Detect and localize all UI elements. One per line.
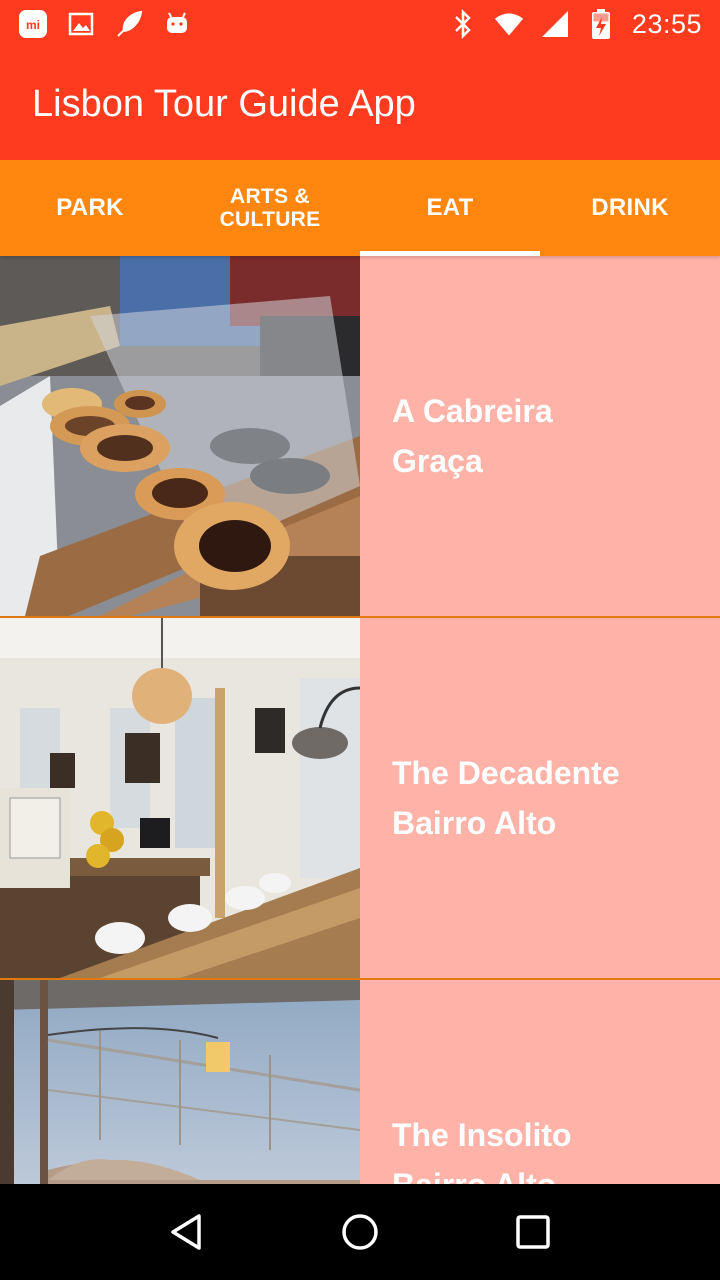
recents-icon[interactable]: [503, 1202, 563, 1262]
image-icon: [66, 9, 96, 39]
tab-bar: PARK ARTS & CULTURE EAT DRINK: [0, 160, 720, 256]
place-area: Graça: [392, 443, 483, 479]
place-area: Bairro Alto: [392, 1160, 720, 1184]
terrace-view-photo: [0, 980, 360, 1184]
wifi-icon: [494, 9, 524, 39]
place-area: Bairro Alto: [392, 805, 557, 841]
notification-icons: mi: [18, 9, 192, 39]
app-title: Lisbon Tour Guide App: [32, 82, 416, 125]
mi-icon: mi: [18, 9, 48, 39]
list-item[interactable]: A Cabreira Graça: [0, 256, 720, 618]
tab-arts-culture[interactable]: ARTS & CULTURE: [180, 160, 360, 256]
tab-drink[interactable]: DRINK: [540, 160, 720, 256]
system-icons: 23:55: [448, 9, 702, 40]
status-bar: mi 23:55: [0, 0, 720, 48]
tab-eat[interactable]: EAT: [360, 160, 540, 256]
place-info: The Decadente Bairro Alto: [360, 618, 720, 978]
places-list[interactable]: A Cabreira Graça The Decadente Bairro Al…: [0, 256, 720, 1184]
app-bar: Lisbon Tour Guide App: [0, 48, 720, 160]
back-icon[interactable]: [157, 1202, 217, 1262]
tab-label: EAT: [426, 193, 474, 221]
svg-text:mi: mi: [26, 18, 40, 32]
place-name: The Insolito: [392, 1117, 572, 1153]
navigation-bar: [0, 1184, 720, 1280]
pastel-de-nata-photo: [0, 256, 360, 616]
place-name: A Cabreira: [392, 393, 553, 429]
android-icon: [162, 9, 192, 39]
tab-label: PARK: [56, 193, 124, 221]
list-item[interactable]: The Insolito Bairro Alto: [0, 980, 720, 1184]
feather-icon: [114, 9, 144, 39]
place-info: A Cabreira Graça: [360, 256, 720, 616]
restaurant-interior-photo: [0, 618, 360, 978]
tab-label: ARTS & CULTURE: [219, 184, 321, 231]
home-icon[interactable]: [330, 1202, 390, 1262]
signal-icon: [540, 9, 570, 39]
battery-charging-icon: [586, 9, 616, 39]
clock: 23:55: [631, 8, 702, 39]
place-name: The Decadente: [392, 755, 620, 791]
place-info: The Insolito Bairro Alto: [360, 980, 720, 1184]
bluetooth-icon: [448, 9, 478, 39]
tab-selected-indicator: [360, 251, 540, 256]
tab-park[interactable]: PARK: [0, 160, 180, 256]
tab-label: DRINK: [591, 193, 669, 221]
list-item[interactable]: The Decadente Bairro Alto: [0, 618, 720, 980]
